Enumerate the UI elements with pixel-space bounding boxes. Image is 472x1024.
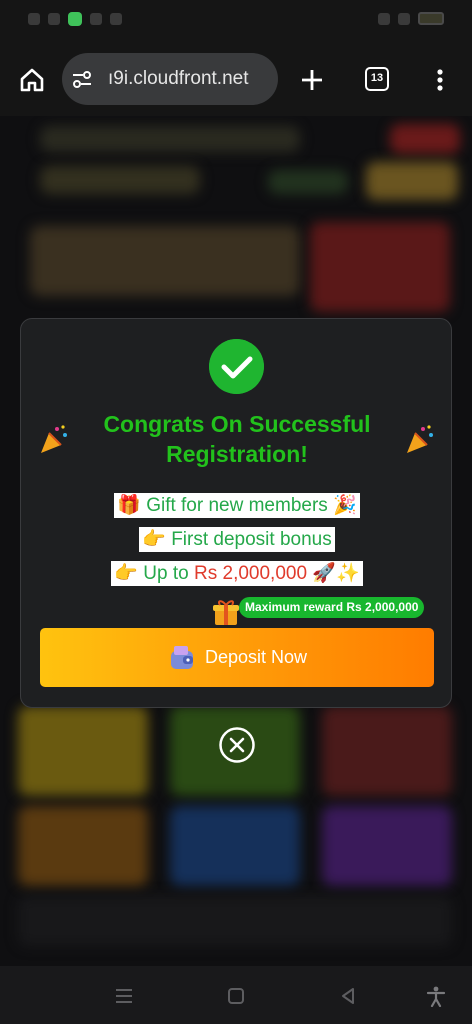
background-logo: [40, 166, 200, 194]
background-button: [366, 162, 458, 200]
gift-text: Gift for new members: [146, 495, 328, 516]
background-footer: [18, 896, 452, 946]
back-icon[interactable]: [337, 985, 359, 1007]
home-nav-icon[interactable]: [225, 985, 247, 1007]
status-bar-notifications: [28, 12, 122, 26]
pointing-hand-icon: 👉: [142, 529, 166, 550]
status-bar-system: [378, 12, 444, 25]
background-banner: [40, 126, 300, 152]
deposit-now-label: Deposit Now: [204, 647, 308, 667]
new-tab-icon[interactable]: [298, 66, 326, 94]
background-game-tile: [18, 806, 148, 886]
background-game-tile: [322, 706, 452, 796]
background-banner: [30, 226, 300, 296]
max-reward-badge: Maximum reward Rs 2,000,000: [239, 597, 425, 618]
status-bar: [0, 0, 472, 44]
more-menu-icon[interactable]: [430, 66, 450, 94]
modal-title: Congrats On Successful Registration!: [103, 411, 371, 467]
notification-icon: [48, 13, 60, 25]
tab-switcher-button[interactable]: 13: [365, 67, 389, 91]
wallet-icon: [170, 645, 193, 669]
wifi-icon: [378, 12, 390, 25]
gift-line: 🎁 Gift for new members 🎉: [21, 493, 453, 518]
address-bar[interactable]: ı9i.cloudfront.net: [62, 53, 278, 105]
background-button: [390, 124, 460, 154]
message-icon: [68, 12, 82, 26]
background-game-tile: [170, 806, 300, 886]
pointing-hand-icon: 👉: [114, 563, 139, 584]
close-modal-icon[interactable]: [218, 726, 256, 764]
background-game-tile: [322, 806, 452, 886]
rocket-sparkles-icon: 🚀✨: [312, 563, 360, 584]
home-icon[interactable]: [18, 66, 46, 94]
party-popper-icon: [407, 425, 433, 453]
registration-success-modal: Congrats On Successful Registration! 🎁 G…: [20, 318, 452, 708]
recent-apps-icon[interactable]: [113, 985, 135, 1007]
celebration-icon: 🎉: [333, 495, 357, 516]
facebook-icon: [110, 13, 122, 25]
deposit-now-button[interactable]: Deposit Now: [40, 628, 434, 687]
deposit-bonus-line: 👉 First deposit bonus: [21, 527, 453, 552]
background-banner: [310, 222, 450, 312]
amount-text: Rs 2,000,000: [194, 563, 308, 584]
background-game-tile: [18, 706, 148, 796]
up-to-text: Up to: [143, 563, 189, 584]
signal-icon: [398, 12, 410, 25]
notification-icon: [90, 13, 102, 25]
gift-icon: 🎁: [117, 495, 141, 516]
system-navigation-bar: [0, 966, 472, 1024]
accessibility-icon[interactable]: [425, 985, 447, 1007]
deposit-bonus-text: First deposit bonus: [171, 529, 332, 550]
success-check-icon: [209, 339, 264, 394]
notification-icon: [28, 13, 40, 25]
site-settings-icon[interactable]: [70, 67, 94, 91]
gift-box-icon: [213, 600, 239, 625]
up-to-line: 👉 Up to Rs 2,000,000 🚀✨: [21, 561, 453, 586]
browser-toolbar: ı9i.cloudfront.net 13: [0, 44, 472, 116]
party-popper-icon: [41, 425, 67, 453]
url-text: ı9i.cloudfront.net: [108, 68, 249, 89]
battery-icon: [418, 12, 444, 25]
background-chip: [268, 170, 348, 194]
